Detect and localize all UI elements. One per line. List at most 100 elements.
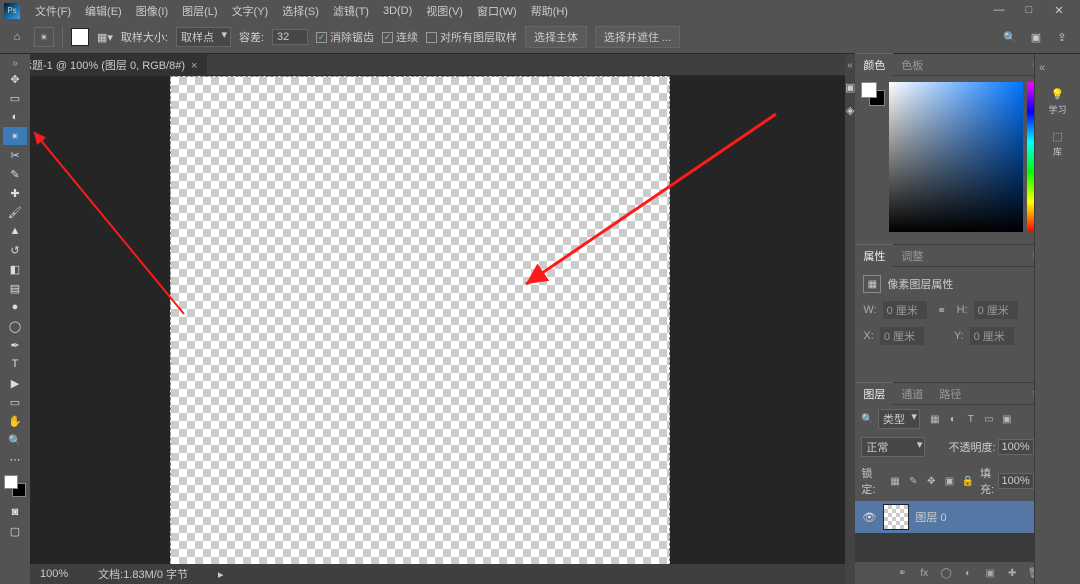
sample-picker-icon[interactable]: ▦▾ bbox=[97, 31, 113, 44]
history-brush-tool[interactable]: ↺ bbox=[3, 241, 27, 259]
layer-name[interactable]: 图层 0 bbox=[915, 509, 946, 525]
antialias-checkbox[interactable]: ✓消除锯齿 bbox=[316, 29, 374, 45]
eyedropper-tool[interactable]: ✎ bbox=[3, 165, 27, 183]
color-field[interactable] bbox=[889, 82, 1023, 232]
document-info[interactable]: 文档:1.83M/0 字节 bbox=[98, 566, 188, 582]
close-tab-icon[interactable]: × bbox=[191, 60, 197, 72]
menu-type[interactable]: 文字(Y) bbox=[225, 3, 276, 19]
share-icon[interactable]: ⇪ bbox=[1054, 29, 1070, 45]
layer-style-icon[interactable]: fx bbox=[917, 566, 931, 580]
quickmask-tool[interactable]: ◙ bbox=[3, 503, 27, 521]
all-layers-checkbox[interactable]: 对所有图层取样 bbox=[426, 29, 517, 45]
y-value[interactable]: 0 厘米 bbox=[970, 327, 1014, 345]
properties-tab[interactable]: 属性 bbox=[855, 244, 893, 267]
layer-item[interactable]: 👁 图层 0 bbox=[855, 501, 1047, 533]
eraser-tool[interactable]: ◧ bbox=[3, 260, 27, 278]
window-close-button[interactable]: ✕ bbox=[1048, 4, 1070, 17]
foreground-color-swatch[interactable] bbox=[71, 28, 89, 46]
type-tool[interactable]: T bbox=[3, 355, 27, 373]
sample-size-dropdown[interactable]: 取样点 bbox=[176, 27, 231, 47]
contiguous-checkbox[interactable]: ✓连续 bbox=[382, 29, 418, 45]
dodge-tool[interactable]: ◯ bbox=[3, 317, 27, 335]
color-tab[interactable]: 颜色 bbox=[855, 53, 893, 76]
channels-tab[interactable]: 通道 bbox=[893, 383, 931, 405]
pen-tool[interactable]: ✒ bbox=[3, 336, 27, 354]
strip-collapse-icon[interactable]: « bbox=[847, 60, 853, 71]
new-fill-adjust-icon[interactable]: ◐ bbox=[961, 566, 975, 580]
status-chevron-icon[interactable]: ▸ bbox=[218, 568, 224, 581]
hand-tool[interactable]: ✋ bbox=[3, 412, 27, 430]
zoom-level[interactable]: 100% bbox=[40, 568, 68, 580]
home-button[interactable]: ⌂ bbox=[8, 28, 26, 46]
window-maximize-button[interactable]: □ bbox=[1018, 4, 1040, 17]
new-group-icon[interactable]: ▣ bbox=[983, 566, 997, 580]
stamp-tool[interactable]: ▲ bbox=[3, 222, 27, 240]
fill-value[interactable]: 100% bbox=[998, 473, 1034, 489]
menu-window[interactable]: 窗口(W) bbox=[470, 3, 524, 19]
color-panel-fg[interactable] bbox=[861, 82, 877, 98]
select-and-mask-button[interactable]: 选择并遮住 ... bbox=[595, 26, 680, 48]
gradient-tool[interactable]: ▤ bbox=[3, 279, 27, 297]
menu-layer[interactable]: 图层(L) bbox=[175, 3, 224, 19]
filter-shape-icon[interactable]: ▭ bbox=[982, 412, 996, 426]
blur-tool[interactable]: ● bbox=[3, 298, 27, 316]
layer-thumbnail[interactable] bbox=[883, 504, 909, 530]
layers-tab[interactable]: 图层 bbox=[855, 382, 893, 405]
height-value[interactable]: 0 厘米 bbox=[974, 301, 1018, 319]
color-picker[interactable] bbox=[4, 475, 26, 497]
menu-3d[interactable]: 3D(D) bbox=[376, 5, 419, 17]
lock-artboard-icon[interactable]: ▣ bbox=[943, 474, 955, 488]
swatches-tab[interactable]: 色板 bbox=[893, 54, 931, 76]
history-panel-icon[interactable]: ▣ bbox=[845, 81, 855, 94]
toolbar-collapse-icon[interactable]: » bbox=[12, 58, 18, 70]
filter-smart-icon[interactable]: ▣ bbox=[1000, 412, 1014, 426]
edit-toolbar-icon[interactable]: ⋯ bbox=[3, 450, 27, 468]
menu-view[interactable]: 视图(V) bbox=[419, 3, 470, 19]
lock-position-icon[interactable]: ✥ bbox=[925, 474, 937, 488]
crop-tool[interactable]: ✂ bbox=[3, 146, 27, 164]
menu-select[interactable]: 选择(S) bbox=[275, 3, 326, 19]
healing-tool[interactable]: ✚ bbox=[3, 184, 27, 202]
select-subject-button[interactable]: 选择主体 bbox=[525, 26, 587, 48]
menu-filter[interactable]: 滤镜(T) bbox=[326, 3, 376, 19]
window-minimize-button[interactable]: — bbox=[988, 4, 1010, 17]
layer-mask-icon[interactable]: ◯ bbox=[939, 566, 953, 580]
lock-pixels-icon[interactable]: ▦ bbox=[889, 474, 901, 488]
lasso-tool[interactable]: ◐ bbox=[3, 108, 27, 126]
paths-tab[interactable]: 路径 bbox=[931, 383, 969, 405]
brush-tool[interactable]: 🖌 bbox=[3, 203, 27, 221]
brushes-panel-icon[interactable]: ◈ bbox=[846, 104, 854, 117]
layer-filter-kind-dropdown[interactable]: 类型 bbox=[878, 409, 920, 429]
adjustments-tab[interactable]: 调整 bbox=[893, 245, 931, 267]
menu-image[interactable]: 图像(I) bbox=[129, 3, 175, 19]
menu-file[interactable]: 文件(F) bbox=[28, 3, 78, 19]
document-tab[interactable]: 未标题-1 @ 100% (图层 0, RGB/8#)× bbox=[0, 54, 207, 76]
canvas[interactable] bbox=[170, 76, 670, 576]
lock-all-icon[interactable]: 🔒 bbox=[962, 474, 974, 488]
color-panel-fgbg[interactable] bbox=[861, 82, 885, 106]
x-value[interactable]: 0 厘米 bbox=[880, 327, 924, 345]
lock-brush-icon[interactable]: ✎ bbox=[907, 474, 919, 488]
opacity-value[interactable]: 100% bbox=[998, 439, 1034, 455]
menu-edit[interactable]: 编辑(E) bbox=[78, 3, 129, 19]
current-tool-icon[interactable]: ✴ bbox=[34, 27, 54, 47]
filter-type-icon[interactable]: T bbox=[964, 412, 978, 426]
far-strip-collapse-icon[interactable]: « bbox=[1035, 62, 1045, 74]
link-icon[interactable]: ⚭ bbox=[933, 303, 951, 317]
new-layer-icon[interactable]: ✚ bbox=[1005, 566, 1019, 580]
marquee-tool[interactable]: ▭ bbox=[3, 89, 27, 107]
layer-visibility-icon[interactable]: 👁 bbox=[861, 511, 877, 524]
zoom-tool[interactable]: 🔍 bbox=[3, 431, 27, 449]
link-layers-icon[interactable]: ⚭ bbox=[895, 566, 909, 580]
filter-pixel-icon[interactable]: ▦ bbox=[928, 412, 942, 426]
tolerance-input[interactable]: 32 bbox=[272, 29, 308, 45]
move-tool[interactable]: ✥ bbox=[3, 70, 27, 88]
path-selection-tool[interactable]: ▶ bbox=[3, 374, 27, 392]
foreground-color[interactable] bbox=[4, 475, 18, 489]
screen-mode-tool[interactable]: ▢ bbox=[3, 522, 27, 540]
blend-mode-dropdown[interactable]: 正常 bbox=[861, 437, 925, 457]
menu-help[interactable]: 帮助(H) bbox=[524, 3, 575, 19]
libraries-panel-button[interactable]: ⬚库 bbox=[1052, 130, 1062, 158]
magic-wand-tool[interactable]: ✴ bbox=[3, 127, 27, 145]
learn-panel-button[interactable]: 💡学习 bbox=[1048, 88, 1066, 116]
